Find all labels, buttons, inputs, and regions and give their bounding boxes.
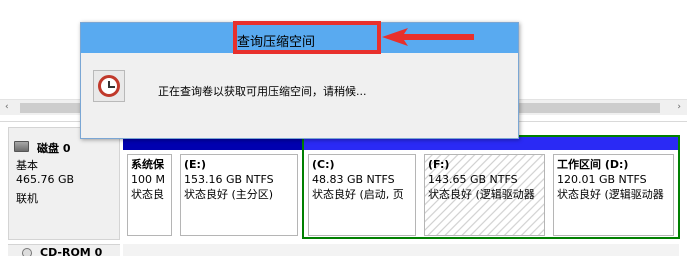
partition-c[interactable]: (C:) 48.83 GB NTFS 状态良好 (启动, 页	[304, 136, 420, 240]
partition-title: (E:)	[184, 158, 206, 171]
partition-system-reserved[interactable]: 系统保 100 M 状态良	[123, 136, 176, 240]
partition-status: 状态良好 (逻辑驱动器	[428, 188, 535, 201]
stopwatch-icon	[98, 75, 120, 97]
dialog-message: 正在查询卷以获取可用压缩空间，请稍候...	[158, 85, 367, 98]
annotation-highlight-box	[233, 21, 381, 54]
partition-status: 状态良好 (主分区)	[184, 188, 274, 201]
scroll-right-icon[interactable]: ›	[677, 102, 681, 112]
partition-body: (C:) 48.83 GB NTFS 状态良好 (启动, 页	[308, 154, 416, 236]
disk-0-label[interactable]: 磁盘 0 基本 465.76 GB 联机	[8, 127, 120, 240]
partition-title: (C:)	[312, 158, 335, 171]
partition-size: 153.16 GB NTFS	[184, 173, 274, 186]
disk-size: 465.76 GB	[16, 173, 75, 186]
partition-bar	[549, 136, 678, 150]
partition-title: (F:)	[428, 158, 450, 171]
partition-e[interactable]: (E:) 153.16 GB NTFS 状态良好 (主分区)	[176, 136, 302, 240]
partition-body: 工作区间 (D:) 120.01 GB NTFS 状态良好 (逻辑驱动器	[553, 154, 674, 236]
disk-type: 基本	[16, 159, 38, 172]
partition-size: 143.65 GB NTFS	[428, 173, 518, 186]
partition-status: 状态良	[131, 188, 164, 201]
disk-name: 磁盘 0	[37, 142, 71, 155]
cd-drive-icon	[22, 248, 32, 256]
hard-disk-icon	[14, 141, 29, 152]
partition-status: 状态良好 (启动, 页	[312, 188, 404, 201]
partition-title: 系统保	[131, 158, 164, 171]
partition-body-selected: (F:) 143.65 GB NTFS 状态良好 (逻辑驱动器	[424, 154, 545, 236]
partition-f[interactable]: (F:) 143.65 GB NTFS 状态良好 (逻辑驱动器	[420, 136, 549, 240]
scroll-left-icon[interactable]: ‹	[5, 102, 9, 112]
partition-size: 48.83 GB NTFS	[312, 173, 395, 186]
cdrom-0-label[interactable]: CD-ROM 0	[8, 244, 120, 256]
disk-status: 联机	[16, 192, 38, 205]
partition-size: 100 M	[131, 173, 165, 186]
partition-d[interactable]: 工作区间 (D:) 120.01 GB NTFS 状态良好 (逻辑驱动器	[549, 136, 678, 240]
partition-strip: 系统保 100 M 状态良 (E:) 153.16 GB NTFS 状态良好 (…	[123, 135, 680, 240]
cdrom-partition-strip	[123, 244, 679, 256]
partition-title: 工作区间 (D:)	[557, 158, 629, 171]
annotation-arrow	[382, 28, 474, 46]
partition-body: (E:) 153.16 GB NTFS 状态良好 (主分区)	[180, 154, 298, 236]
cdrom-name: CD-ROM 0	[40, 246, 103, 256]
partition-body: 系统保 100 M 状态良	[127, 154, 172, 236]
partition-size: 120.01 GB NTFS	[557, 173, 647, 186]
partition-status: 状态良好 (逻辑驱动器	[557, 188, 664, 201]
